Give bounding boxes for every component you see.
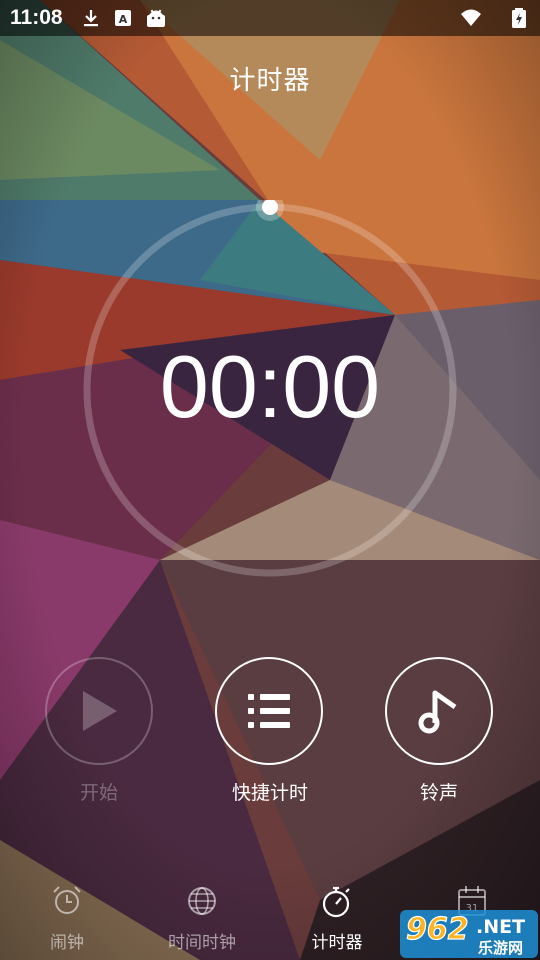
music-note-icon (418, 690, 457, 734)
start-button[interactable] (45, 657, 153, 765)
ringtone-label: 铃声 (419, 782, 458, 804)
nav-world-clock[interactable]: 时间时钟 (137, 880, 267, 960)
quick-timer-label: 快捷计时 (231, 782, 308, 804)
quick-timer-button[interactable] (215, 657, 323, 765)
android-icon (147, 9, 165, 27)
page-title: 计时器 (229, 66, 311, 96)
svg-text:962: 962 (406, 912, 469, 947)
nav-alarm[interactable]: 闹钟 (2, 880, 132, 960)
962-net-watermark-logo: 962 .NET 乐游网 (400, 910, 538, 958)
svg-text:乐游网: 乐游网 (478, 939, 523, 957)
start-label: 开始 (79, 782, 118, 804)
play-icon (83, 691, 117, 731)
status-bar: 11:08 A (0, 0, 540, 36)
download-icon (84, 10, 98, 27)
wifi-icon (461, 9, 481, 26)
svg-text:.NET: .NET (476, 916, 525, 938)
battery-icon (512, 8, 526, 28)
svg-text:A: A (119, 13, 128, 26)
ringtone-button[interactable] (385, 657, 493, 765)
nav-world-clock-label: 时间时钟 (168, 933, 236, 953)
nav-timer-label: 计时器 (311, 933, 363, 953)
timer-screen: 11:08 A 计时器 00:00 开始 快捷计时 铃声 闹钟 时间时钟 计时器… (0, 0, 540, 960)
list-icon (248, 694, 290, 728)
nav-timer[interactable]: 计时器 (272, 880, 402, 960)
status-time: 11:08 (10, 6, 63, 29)
timer-display: 00:00 (159, 337, 381, 436)
globe-icon (188, 887, 216, 915)
nav-alarm-label: 闹钟 (50, 933, 84, 953)
stopwatch-icon (322, 886, 350, 918)
a-notification-icon: A (115, 10, 131, 26)
alarm-clock-icon (53, 886, 81, 914)
